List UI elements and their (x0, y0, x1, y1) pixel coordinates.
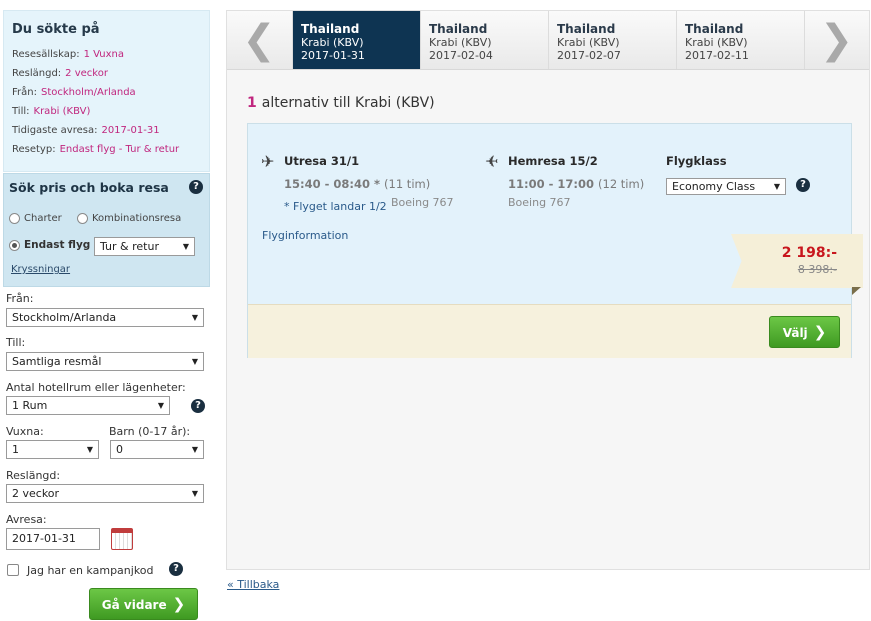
summary-row-party: Resesällskap: 1 Vuxna (12, 49, 125, 60)
summary-row-length: Reslängd: 2 veckor (12, 68, 108, 79)
select-flight-button[interactable]: Välj ❯ (769, 316, 840, 348)
radio-charter[interactable]: Charter (9, 213, 62, 224)
flight-info-link[interactable]: Flyginformation (262, 229, 348, 242)
date-tab-1[interactable]: Thailand Krabi (KBV) 2017-01-31 (292, 11, 420, 69)
chevron-down-icon: ▼ (86, 445, 93, 454)
outbound-times: 15:40 - 08:40 * (11 tim) (284, 177, 431, 191)
rooms-label: Antal hotellrum eller lägenheter: (6, 381, 186, 394)
outbound-landing-note: * Flyget landar 1/2 (284, 200, 387, 213)
trip-type-select[interactable]: Tur & retur ▼ (94, 237, 195, 256)
chevron-right-icon: ❯ (172, 595, 186, 613)
length-label: Reslängd: (6, 469, 61, 482)
summary-row-earliest: Tidigaste avresa: 2017-01-31 (12, 125, 160, 136)
to-label: Till: (6, 336, 26, 349)
prev-arrow-icon[interactable]: ❮ (227, 11, 291, 69)
return-aircraft: Boeing 767 (508, 196, 571, 209)
chevron-down-icon: ▼ (182, 242, 189, 251)
search-summary: Du sökte på Resesällskap: 1 Vuxna Resläng… (3, 10, 210, 172)
chevron-down-icon: ▼ (191, 357, 198, 366)
chevron-down-icon: ▼ (191, 489, 198, 498)
summary-row-type: Resetyp: Endast flyg - Tur & retur (12, 144, 180, 155)
length-select[interactable]: 2 veckor ▼ (6, 484, 204, 503)
rooms-select[interactable]: 1 Rum ▼ (6, 396, 170, 415)
chevron-down-icon: ▼ (773, 182, 780, 191)
date-tab-4[interactable]: Thailand Krabi (KBV) 2017-02-11 (676, 11, 804, 69)
from-select[interactable]: Stockholm/Arlanda ▼ (6, 308, 204, 327)
adults-select[interactable]: 1 ▼ (6, 440, 99, 459)
return-times: 11:00 - 17:00 (12 tim) (508, 177, 645, 191)
rooms-help-icon[interactable]: ? (191, 399, 205, 413)
booking-title: Sök pris och boka resa (9, 180, 169, 195)
flight-card-actions: Välj ❯ (248, 304, 851, 358)
summary-row-from: Från: Stockholm/Arlanda (12, 87, 136, 98)
radio-combination[interactable]: Kombinationsresa (77, 213, 181, 224)
chevron-right-icon: ❯ (813, 323, 827, 341)
children-select[interactable]: 0 ▼ (110, 440, 204, 459)
flight-card: ✈ Utresa 31/1 15:40 - 08:40 * (11 tim) *… (247, 123, 863, 358)
booking-box: Sök pris och boka resa ? Charter Kombina… (3, 173, 210, 287)
booking-help-icon[interactable]: ? (189, 180, 203, 194)
plane-outbound-icon: ✈ (261, 152, 275, 171)
outbound-title: Utresa 31/1 (284, 154, 360, 168)
summary-title: Du sökte på (12, 22, 100, 37)
continue-button[interactable]: Gå vidare ❯ (89, 588, 198, 620)
chevron-down-icon: ▼ (191, 445, 198, 454)
return-title: Hemresa 15/2 (508, 154, 598, 168)
date-tabs: ❮ Thailand Krabi (KBV) 2017-01-31 Thaila… (227, 11, 869, 70)
flight-card-details: ✈ Utresa 31/1 15:40 - 08:40 * (11 tim) *… (248, 124, 863, 304)
radio-dot (9, 213, 20, 224)
from-label: Från: (6, 292, 34, 305)
date-tab-2[interactable]: Thailand Krabi (KBV) 2017-02-04 (420, 11, 548, 69)
search-form: Från: Stockholm/Arlanda ▼ Till: Samtliga … (0, 288, 210, 621)
radio-dot (77, 213, 88, 224)
price-tag-fold (852, 287, 861, 295)
price-current: 2 198:- (781, 245, 837, 261)
price-old: 8 398:- (797, 263, 837, 276)
depart-label: Avresa: (6, 513, 47, 526)
calendar-icon[interactable] (111, 528, 133, 550)
to-select[interactable]: Samtliga resmål ▼ (6, 352, 204, 371)
depart-date-input[interactable]: 2017-01-31 (6, 528, 100, 550)
price-tag: 2 198:- 8 398:- (731, 234, 863, 288)
radio-flight-only[interactable]: Endast flyg (9, 239, 90, 251)
class-help-icon[interactable]: ? (796, 178, 810, 192)
back-link[interactable]: « Tillbaka (227, 578, 279, 591)
chevron-down-icon: ▼ (191, 313, 198, 322)
results-panel: ❮ Thailand Krabi (KBV) 2017-01-31 Thaila… (226, 10, 870, 570)
campaign-checkbox[interactable] (7, 564, 19, 576)
summary-row-to: Till: Krabi (KBV) (12, 106, 91, 117)
children-label: Barn (0-17 år): (109, 425, 191, 438)
plane-return-icon: ✈ (485, 152, 499, 171)
radio-dot-selected (9, 239, 20, 251)
adults-label: Vuxna: (6, 425, 44, 438)
result-heading: 1 alternativ till Krabi (KBV) (247, 95, 435, 111)
outbound-aircraft: Boeing 767 (391, 196, 454, 209)
class-select[interactable]: Economy Class ▼ (666, 178, 786, 195)
campaign-help-icon[interactable]: ? (169, 562, 183, 576)
campaign-label: Jag har en kampanjkod (27, 564, 154, 577)
chevron-down-icon: ▼ (157, 401, 164, 410)
cruise-link[interactable]: Kryssningar (11, 264, 70, 275)
class-label: Flygklass (666, 154, 727, 168)
date-tab-3[interactable]: Thailand Krabi (KBV) 2017-02-07 (548, 11, 676, 69)
next-arrow-icon[interactable]: ❯ (804, 11, 868, 69)
